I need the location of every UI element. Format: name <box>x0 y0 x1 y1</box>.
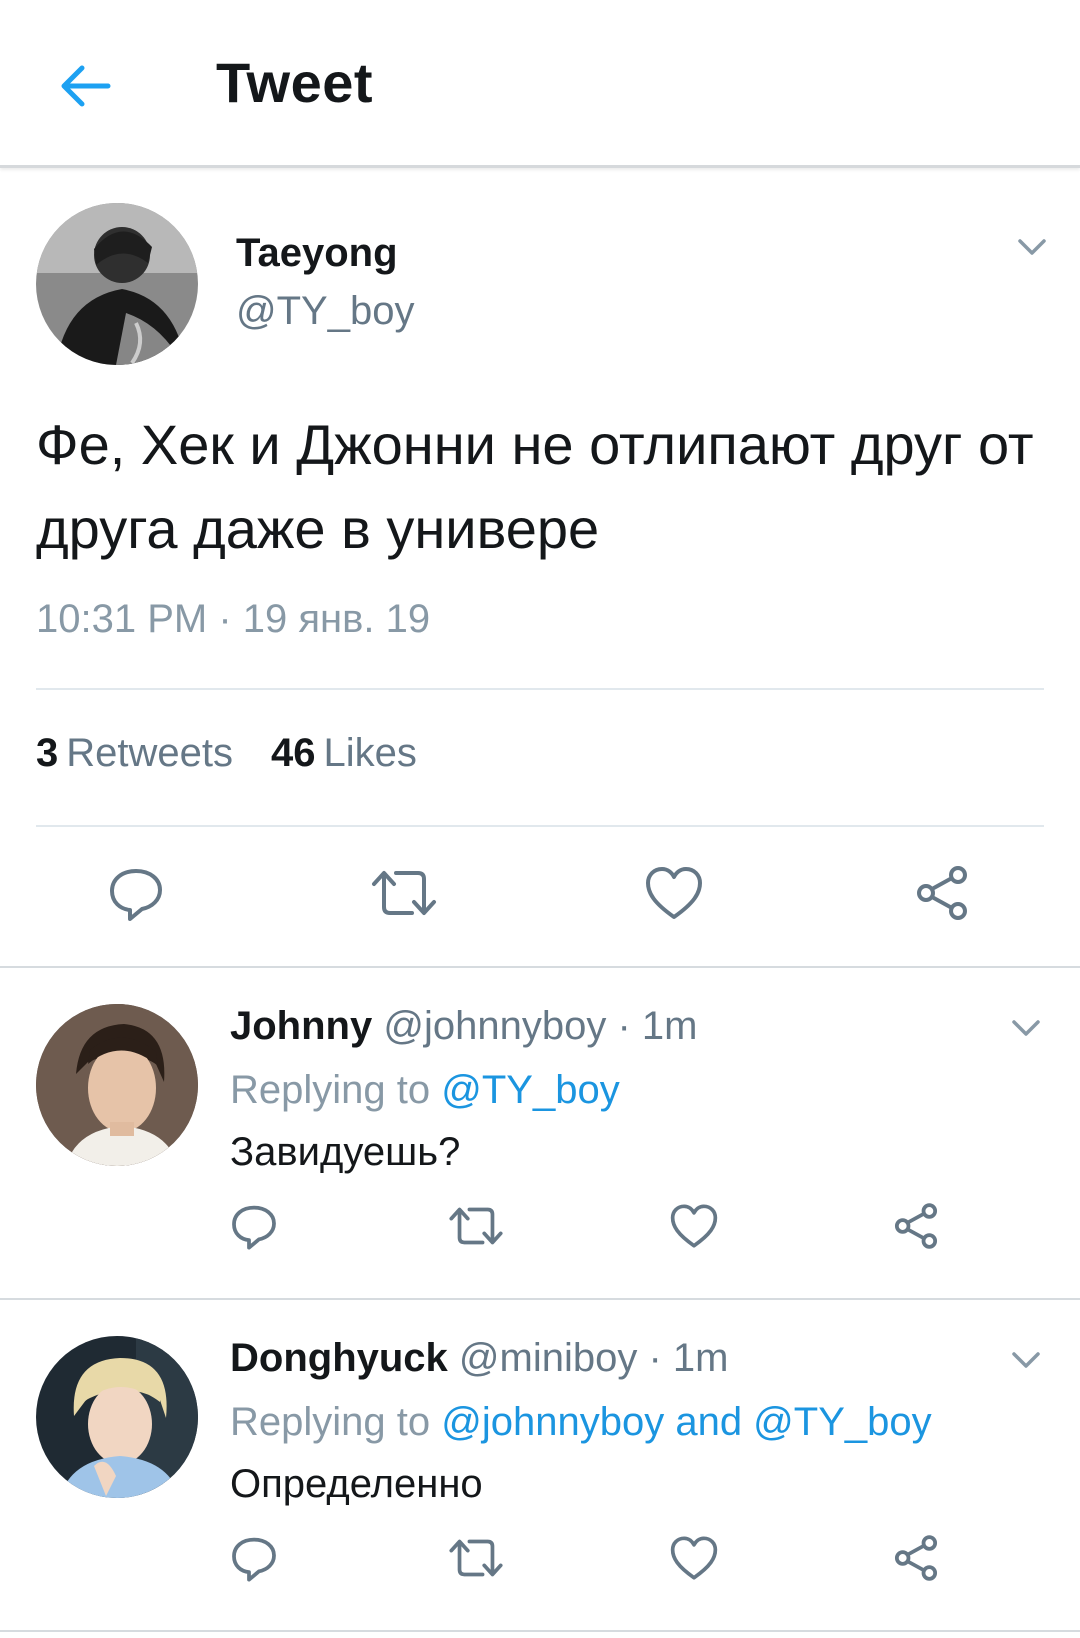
reply-button[interactable] <box>98 855 174 931</box>
reply-author-name[interactable]: Donghyuck <box>230 1336 448 1380</box>
share-icon <box>894 1535 938 1581</box>
replying-to: Replying to @TY_boy <box>230 1068 620 1112</box>
chevron-down-icon <box>1018 239 1046 255</box>
share-button[interactable] <box>884 1526 948 1590</box>
retweet-button[interactable] <box>444 1526 508 1590</box>
like-icon <box>670 1536 718 1580</box>
like-button[interactable] <box>662 1194 726 1258</box>
reply-header: Johnny @johnnyboy · 1m <box>230 1004 697 1049</box>
more-options-button[interactable] <box>1006 1340 1046 1380</box>
reply-meta: @miniboy · 1m <box>458 1336 729 1380</box>
reply-meta: @johnnyboy · 1m <box>383 1004 698 1048</box>
replying-to: Replying to @johnnyboy and @TY_boy <box>230 1400 932 1444</box>
more-options-button[interactable] <box>1006 1008 1046 1048</box>
share-icon <box>894 1203 938 1249</box>
retweet-icon <box>372 871 436 915</box>
share-icon <box>917 866 967 920</box>
reply-header: Donghyuck @miniboy · 1m <box>230 1336 728 1381</box>
reply-text: Определенно <box>230 1462 483 1506</box>
tweet-text: Фе, Хек и Джонни не отлипают друг от дру… <box>36 413 1034 560</box>
retweet-icon <box>449 1539 503 1577</box>
divider <box>36 688 1044 690</box>
reply-tweet[interactable]: Donghyuck @miniboy · 1m Replying to @joh… <box>0 1300 1080 1618</box>
replying-to-link[interactable]: @johnnyboy and @TY_boy <box>441 1400 931 1444</box>
like-button[interactable] <box>662 1526 726 1590</box>
retweet-button[interactable] <box>444 1194 508 1258</box>
section-separator <box>0 1630 1080 1632</box>
retweet-icon <box>449 1207 503 1245</box>
top-app-bar: Tweet <box>0 0 1080 168</box>
author-name[interactable]: Taeyong <box>236 231 398 276</box>
reply-actions <box>0 1526 1080 1590</box>
retweets-stat[interactable]: 3 Retweets <box>36 731 233 776</box>
share-button[interactable] <box>904 855 980 931</box>
chevron-down-icon <box>1012 1020 1040 1036</box>
avatar[interactable] <box>36 1004 198 1166</box>
reply-author-name[interactable]: Johnny <box>230 1004 372 1048</box>
replying-to-link[interactable]: @TY_boy <box>441 1068 619 1112</box>
share-button[interactable] <box>884 1194 948 1258</box>
reply-button[interactable] <box>222 1526 286 1590</box>
chevron-down-icon <box>1012 1352 1040 1368</box>
avatar[interactable] <box>36 1336 198 1498</box>
reply-tweet[interactable]: Johnny @johnnyboy · 1m Replying to @TY_b… <box>0 968 1080 1286</box>
more-options-button[interactable] <box>1012 227 1052 267</box>
like-icon <box>670 1204 718 1248</box>
tweet-stats: 3 Retweets 46 Likes <box>36 731 417 776</box>
avatar[interactable] <box>36 203 198 365</box>
retweet-button[interactable] <box>366 855 442 931</box>
reply-icon <box>110 869 162 921</box>
reply-icon <box>232 1205 276 1250</box>
reply-actions <box>0 1194 1080 1258</box>
tweet-timestamp: 10:31 PM · 19 янв. 19 <box>36 597 431 641</box>
like-icon <box>646 867 702 919</box>
page-title: Tweet <box>216 51 374 114</box>
tweet-actions <box>0 855 1080 931</box>
likes-stat[interactable]: 46 Likes <box>271 731 417 776</box>
arrow-left-icon <box>61 65 111 107</box>
reply-icon <box>232 1537 276 1582</box>
like-button[interactable] <box>636 855 712 931</box>
reply-button[interactable] <box>222 1194 286 1258</box>
divider <box>36 825 1044 827</box>
back-button[interactable] <box>52 56 116 116</box>
author-handle[interactable]: @TY_boy <box>236 289 414 334</box>
reply-text: Завидуешь? <box>230 1130 461 1174</box>
